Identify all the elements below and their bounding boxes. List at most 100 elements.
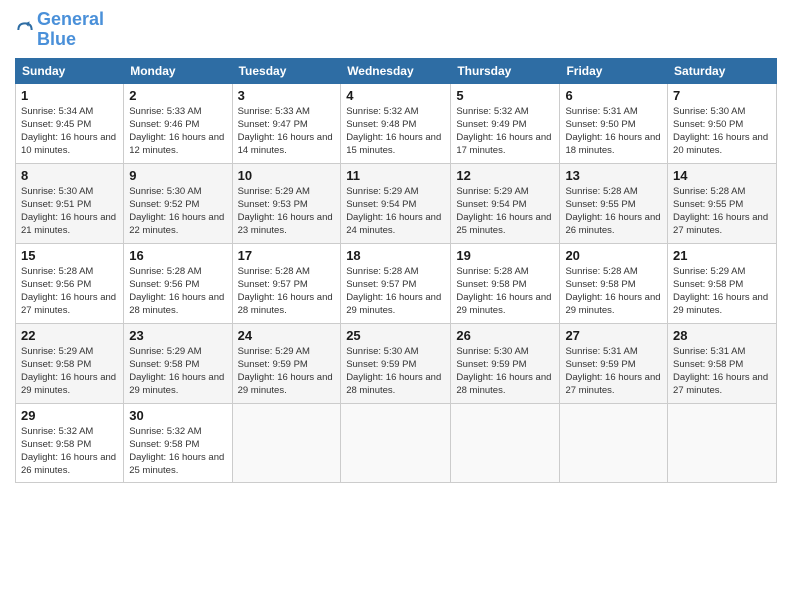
- day-number: 29: [21, 408, 118, 423]
- calendar-cell: [232, 403, 341, 482]
- calendar-cell: 21 Sunrise: 5:29 AM Sunset: 9:58 PM Dayl…: [668, 243, 777, 323]
- day-info: Sunrise: 5:33 AM Sunset: 9:46 PM Dayligh…: [129, 105, 226, 158]
- day-number: 8: [21, 168, 118, 183]
- day-info: Sunrise: 5:31 AM Sunset: 9:58 PM Dayligh…: [673, 345, 771, 398]
- day-info: Sunrise: 5:28 AM Sunset: 9:56 PM Dayligh…: [129, 265, 226, 318]
- day-info: Sunrise: 5:29 AM Sunset: 9:58 PM Dayligh…: [21, 345, 118, 398]
- day-info: Sunrise: 5:28 AM Sunset: 9:57 PM Dayligh…: [346, 265, 445, 318]
- calendar-cell: 9 Sunrise: 5:30 AM Sunset: 9:52 PM Dayli…: [124, 163, 232, 243]
- calendar-cell: 22 Sunrise: 5:29 AM Sunset: 9:58 PM Dayl…: [16, 323, 124, 403]
- logo-text: General Blue: [37, 10, 104, 50]
- day-info: Sunrise: 5:32 AM Sunset: 9:49 PM Dayligh…: [456, 105, 554, 158]
- day-info: Sunrise: 5:29 AM Sunset: 9:58 PM Dayligh…: [129, 345, 226, 398]
- day-info: Sunrise: 5:32 AM Sunset: 9:48 PM Dayligh…: [346, 105, 445, 158]
- day-info: Sunrise: 5:28 AM Sunset: 9:56 PM Dayligh…: [21, 265, 118, 318]
- day-number: 6: [565, 88, 662, 103]
- calendar-cell: 18 Sunrise: 5:28 AM Sunset: 9:57 PM Dayl…: [341, 243, 451, 323]
- day-number: 3: [238, 88, 336, 103]
- calendar-cell: 28 Sunrise: 5:31 AM Sunset: 9:58 PM Dayl…: [668, 323, 777, 403]
- day-number: 9: [129, 168, 226, 183]
- day-info: Sunrise: 5:29 AM Sunset: 9:59 PM Dayligh…: [238, 345, 336, 398]
- calendar-cell: 29 Sunrise: 5:32 AM Sunset: 9:58 PM Dayl…: [16, 403, 124, 482]
- day-info: Sunrise: 5:29 AM Sunset: 9:53 PM Dayligh…: [238, 185, 336, 238]
- day-info: Sunrise: 5:28 AM Sunset: 9:58 PM Dayligh…: [565, 265, 662, 318]
- calendar-cell: 8 Sunrise: 5:30 AM Sunset: 9:51 PM Dayli…: [16, 163, 124, 243]
- day-number: 16: [129, 248, 226, 263]
- day-info: Sunrise: 5:28 AM Sunset: 9:57 PM Dayligh…: [238, 265, 336, 318]
- calendar-week-row-5: 29 Sunrise: 5:32 AM Sunset: 9:58 PM Dayl…: [16, 403, 777, 482]
- calendar-week-row-3: 15 Sunrise: 5:28 AM Sunset: 9:56 PM Dayl…: [16, 243, 777, 323]
- calendar-header-sunday: Sunday: [16, 58, 124, 83]
- calendar-cell: [451, 403, 560, 482]
- calendar-cell: 26 Sunrise: 5:30 AM Sunset: 9:59 PM Dayl…: [451, 323, 560, 403]
- day-number: 5: [456, 88, 554, 103]
- day-info: Sunrise: 5:31 AM Sunset: 9:50 PM Dayligh…: [565, 105, 662, 158]
- calendar-cell: 10 Sunrise: 5:29 AM Sunset: 9:53 PM Dayl…: [232, 163, 341, 243]
- day-number: 10: [238, 168, 336, 183]
- calendar-cell: 1 Sunrise: 5:34 AM Sunset: 9:45 PM Dayli…: [16, 83, 124, 163]
- calendar-cell: 20 Sunrise: 5:28 AM Sunset: 9:58 PM Dayl…: [560, 243, 668, 323]
- day-number: 17: [238, 248, 336, 263]
- day-number: 23: [129, 328, 226, 343]
- page-container: General Blue SundayMondayTuesdayWednesda…: [0, 0, 792, 493]
- calendar-cell: 17 Sunrise: 5:28 AM Sunset: 9:57 PM Dayl…: [232, 243, 341, 323]
- calendar-table: SundayMondayTuesdayWednesdayThursdayFrid…: [15, 58, 777, 483]
- calendar-cell: 2 Sunrise: 5:33 AM Sunset: 9:46 PM Dayli…: [124, 83, 232, 163]
- calendar-header-monday: Monday: [124, 58, 232, 83]
- calendar-cell: 3 Sunrise: 5:33 AM Sunset: 9:47 PM Dayli…: [232, 83, 341, 163]
- calendar-cell: [341, 403, 451, 482]
- calendar-cell: 19 Sunrise: 5:28 AM Sunset: 9:58 PM Dayl…: [451, 243, 560, 323]
- day-info: Sunrise: 5:32 AM Sunset: 9:58 PM Dayligh…: [129, 425, 226, 478]
- day-number: 22: [21, 328, 118, 343]
- day-number: 27: [565, 328, 662, 343]
- calendar-cell: 24 Sunrise: 5:29 AM Sunset: 9:59 PM Dayl…: [232, 323, 341, 403]
- calendar-cell: 15 Sunrise: 5:28 AM Sunset: 9:56 PM Dayl…: [16, 243, 124, 323]
- calendar-cell: 30 Sunrise: 5:32 AM Sunset: 9:58 PM Dayl…: [124, 403, 232, 482]
- day-number: 21: [673, 248, 771, 263]
- day-info: Sunrise: 5:28 AM Sunset: 9:58 PM Dayligh…: [456, 265, 554, 318]
- calendar-week-row-2: 8 Sunrise: 5:30 AM Sunset: 9:51 PM Dayli…: [16, 163, 777, 243]
- day-number: 12: [456, 168, 554, 183]
- calendar-header-tuesday: Tuesday: [232, 58, 341, 83]
- day-number: 20: [565, 248, 662, 263]
- day-number: 24: [238, 328, 336, 343]
- calendar-cell: [668, 403, 777, 482]
- day-info: Sunrise: 5:29 AM Sunset: 9:54 PM Dayligh…: [456, 185, 554, 238]
- day-info: Sunrise: 5:30 AM Sunset: 9:51 PM Dayligh…: [21, 185, 118, 238]
- day-info: Sunrise: 5:30 AM Sunset: 9:50 PM Dayligh…: [673, 105, 771, 158]
- calendar-header-thursday: Thursday: [451, 58, 560, 83]
- day-number: 25: [346, 328, 445, 343]
- day-number: 28: [673, 328, 771, 343]
- day-number: 26: [456, 328, 554, 343]
- day-info: Sunrise: 5:28 AM Sunset: 9:55 PM Dayligh…: [565, 185, 662, 238]
- day-number: 7: [673, 88, 771, 103]
- logo-icon: [15, 20, 35, 40]
- calendar-cell: 25 Sunrise: 5:30 AM Sunset: 9:59 PM Dayl…: [341, 323, 451, 403]
- day-info: Sunrise: 5:33 AM Sunset: 9:47 PM Dayligh…: [238, 105, 336, 158]
- day-info: Sunrise: 5:31 AM Sunset: 9:59 PM Dayligh…: [565, 345, 662, 398]
- day-number: 19: [456, 248, 554, 263]
- calendar-week-row-1: 1 Sunrise: 5:34 AM Sunset: 9:45 PM Dayli…: [16, 83, 777, 163]
- day-number: 18: [346, 248, 445, 263]
- calendar-cell: 23 Sunrise: 5:29 AM Sunset: 9:58 PM Dayl…: [124, 323, 232, 403]
- calendar-header-row: SundayMondayTuesdayWednesdayThursdayFrid…: [16, 58, 777, 83]
- logo: General Blue: [15, 10, 104, 50]
- calendar-cell: 27 Sunrise: 5:31 AM Sunset: 9:59 PM Dayl…: [560, 323, 668, 403]
- calendar-cell: 11 Sunrise: 5:29 AM Sunset: 9:54 PM Dayl…: [341, 163, 451, 243]
- day-number: 15: [21, 248, 118, 263]
- calendar-cell: 6 Sunrise: 5:31 AM Sunset: 9:50 PM Dayli…: [560, 83, 668, 163]
- day-number: 4: [346, 88, 445, 103]
- calendar-cell: 12 Sunrise: 5:29 AM Sunset: 9:54 PM Dayl…: [451, 163, 560, 243]
- calendar-cell: 7 Sunrise: 5:30 AM Sunset: 9:50 PM Dayli…: [668, 83, 777, 163]
- calendar-header-wednesday: Wednesday: [341, 58, 451, 83]
- calendar-cell: [560, 403, 668, 482]
- day-info: Sunrise: 5:30 AM Sunset: 9:52 PM Dayligh…: [129, 185, 226, 238]
- calendar-header-friday: Friday: [560, 58, 668, 83]
- day-number: 13: [565, 168, 662, 183]
- day-number: 2: [129, 88, 226, 103]
- day-info: Sunrise: 5:28 AM Sunset: 9:55 PM Dayligh…: [673, 185, 771, 238]
- page-header: General Blue: [15, 10, 777, 50]
- day-info: Sunrise: 5:29 AM Sunset: 9:58 PM Dayligh…: [673, 265, 771, 318]
- day-number: 1: [21, 88, 118, 103]
- calendar-cell: 5 Sunrise: 5:32 AM Sunset: 9:49 PM Dayli…: [451, 83, 560, 163]
